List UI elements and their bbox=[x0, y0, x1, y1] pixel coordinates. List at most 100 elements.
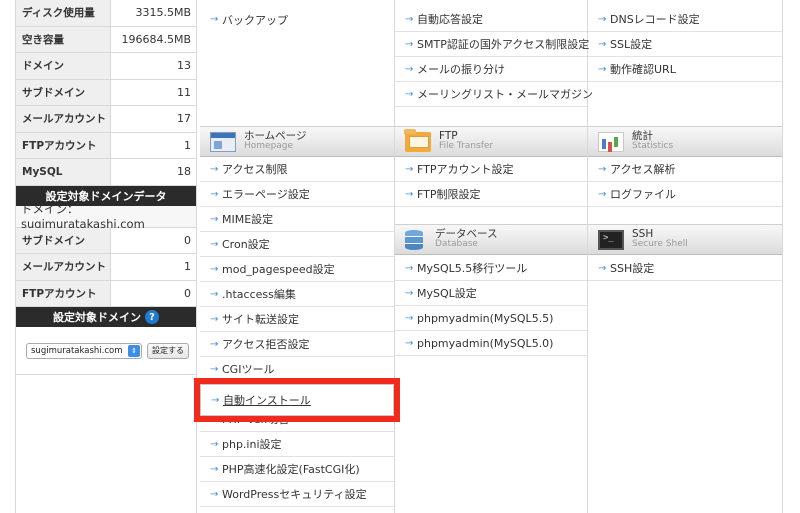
menu-item-phpmyadmin-55[interactable]: → phpmyadmin(MySQL5.5) bbox=[395, 306, 587, 331]
menu-item-access-deny[interactable]: → アクセス拒否設定 bbox=[200, 332, 394, 357]
stat-value: 18 bbox=[177, 165, 191, 179]
menu-item-cron[interactable]: → Cron設定 bbox=[200, 232, 394, 257]
menu-item-mime[interactable]: → MIME設定 bbox=[200, 207, 394, 232]
menu-item-access-analytics[interactable]: → アクセス解析 bbox=[588, 157, 782, 182]
menu-item-label: SSH設定 bbox=[610, 262, 655, 275]
stat-label: サブドメイン bbox=[16, 79, 111, 105]
section-homepage-header: ホームページ Homepage bbox=[200, 126, 394, 157]
stat-mysql: MySQL 18 bbox=[16, 159, 196, 186]
col3-statistics-items: → アクセス解析 → ログファイル bbox=[588, 157, 782, 207]
domain-stat-ftp-accounts: FTPアカウント 0 bbox=[16, 280, 196, 307]
stat-value: 1 bbox=[184, 138, 191, 152]
menu-item-php-fastcgi[interactable]: → PHP高速化設定(FastCGI化) bbox=[200, 457, 394, 482]
col2-top-items: → 自動応答設定 → SMTP認証の国外アクセス制限設定 → メールの振り分け → メー… bbox=[395, 7, 593, 107]
arrow-icon: → bbox=[598, 63, 607, 75]
menu-item-label: Cron設定 bbox=[222, 238, 270, 251]
menu-item-label: 自動応答設定 bbox=[417, 13, 483, 26]
stat-disk-usage: ディスク使用量 3315.5MB bbox=[16, 0, 196, 27]
menu-item-label: メーリングリスト・メールマガジン bbox=[417, 88, 593, 101]
target-domain-heading: 設定対象ドメイン ? bbox=[16, 307, 196, 327]
section-database-header: データベース Database bbox=[395, 224, 587, 255]
domain-stat-mail-accounts: メールアカウント 1 bbox=[16, 254, 196, 281]
arrow-icon: → bbox=[211, 394, 220, 406]
arrow-icon: → bbox=[405, 163, 414, 175]
col1-homepage-items: → アクセス制限 → エラーページ設定 → MIME設定 → Cron設定 → mod_p… bbox=[200, 157, 394, 507]
ftp-folder-icon bbox=[404, 128, 431, 152]
domain-select[interactable]: sugimuratakashi.com ⇕ bbox=[26, 342, 142, 359]
menu-item-label: エラーページ設定 bbox=[222, 188, 310, 201]
menu-item-site-redirect[interactable]: → サイト転送設定 bbox=[200, 307, 394, 332]
menu-item-label: バックアップ bbox=[222, 13, 288, 27]
arrow-icon: → bbox=[210, 313, 219, 325]
menu-item-label: DNSレコード設定 bbox=[610, 13, 700, 26]
menu-item-smtp-restriction[interactable]: → SMTP認証の国外アクセス制限設定 bbox=[395, 32, 589, 57]
col3-top-items: → DNSレコード設定 → SSL設定 → 動作確認URL bbox=[588, 7, 782, 82]
menu-item-label: phpmyadmin(MySQL5.5) bbox=[417, 311, 554, 325]
menu-item-php-ini[interactable]: → php.ini設定 bbox=[200, 432, 394, 457]
homepage-icon bbox=[210, 131, 236, 152]
arrow-icon: → bbox=[210, 163, 219, 175]
menu-item-mail-filter[interactable]: → メールの振り分け bbox=[395, 57, 587, 82]
menu-item-mysql-settings[interactable]: → MySQL設定 bbox=[395, 281, 587, 306]
menu-item-error-page[interactable]: → エラーページ設定 bbox=[200, 182, 394, 207]
menu-item-label: SSL設定 bbox=[610, 38, 653, 51]
menu-item-mod-pagespeed[interactable]: → mod_pagespeed設定 bbox=[200, 257, 394, 282]
menu-item-label: MySQL5.5移行ツール bbox=[417, 262, 528, 275]
menu-item-mailing-list[interactable]: → メーリングリスト・メールマガジン bbox=[395, 82, 593, 107]
menu-item-label: phpmyadmin(MySQL5.0) bbox=[417, 336, 554, 350]
stat-value: 11 bbox=[177, 85, 191, 99]
stat-subdomains: サブドメイン 11 bbox=[16, 79, 196, 106]
menu-item-label: CGIツール bbox=[222, 363, 275, 376]
menu-item-label: サイト転送設定 bbox=[222, 313, 299, 326]
menu-item-ssl[interactable]: → SSL設定 bbox=[588, 32, 782, 57]
menu-item-wordpress-security[interactable]: → WordPressセキュリティ設定 bbox=[200, 482, 394, 507]
arrow-icon: → bbox=[405, 88, 414, 100]
arrow-icon: → bbox=[210, 438, 219, 450]
col2-ftp-items: → FTPアカウント設定 → FTP制限設定 bbox=[395, 157, 587, 207]
menu-item-backup[interactable]: → バックアップ bbox=[200, 7, 394, 32]
stat-domains: ドメイン 13 bbox=[16, 53, 196, 80]
arrow-icon: → bbox=[405, 38, 414, 50]
sidebar: ディスク使用量 3315.5MB 空き容量 196684.5MB ドメイン 13 サブ… bbox=[15, 0, 197, 513]
menu-column-homepage: → バックアップ ホームページ Homepage → アクセス制限 → エラーページ設定… bbox=[200, 0, 395, 513]
menu-item-ftp-account[interactable]: → FTPアカウント設定 bbox=[395, 157, 587, 182]
stat-label: ディスク使用量 bbox=[16, 0, 111, 26]
menu-item-ssh-settings[interactable]: → SSH設定 bbox=[588, 256, 782, 281]
arrow-icon: → bbox=[405, 188, 414, 200]
section-subtitle: Database bbox=[435, 239, 478, 250]
stat-value: 0 bbox=[184, 286, 191, 300]
menu-item-auto-install[interactable]: → 自動インストール bbox=[200, 384, 394, 416]
menu-column-dns-stats-ssh: → DNSレコード設定 → SSL設定 → 動作確認URL 統計 Statistics … bbox=[588, 0, 783, 513]
col1-top-items: → バックアップ bbox=[200, 7, 394, 32]
arrow-icon: → bbox=[210, 363, 219, 375]
statistics-chart-icon bbox=[598, 131, 624, 152]
arrow-icon: → bbox=[405, 262, 414, 274]
menu-item-phpmyadmin-50[interactable]: → phpmyadmin(MySQL5.0) bbox=[395, 331, 587, 356]
menu-item-mysql55-migration[interactable]: → MySQL5.5移行ツール bbox=[395, 256, 587, 281]
stat-label: メールアカウント bbox=[16, 254, 111, 280]
menu-item-label: php.ini設定 bbox=[222, 438, 282, 451]
menu-item-ftp-restriction[interactable]: → FTP制限設定 bbox=[395, 182, 587, 207]
menu-item-check-url[interactable]: → 動作確認URL bbox=[588, 57, 782, 82]
help-icon[interactable]: ? bbox=[145, 310, 159, 324]
menu-item-label: MySQL設定 bbox=[417, 287, 477, 300]
menu-item-access-restriction[interactable]: → アクセス制限 bbox=[200, 157, 394, 182]
stat-label: サブドメイン bbox=[16, 227, 111, 253]
arrow-icon: → bbox=[405, 13, 414, 25]
arrow-icon: → bbox=[405, 287, 414, 299]
arrow-icon: → bbox=[210, 288, 219, 300]
stat-value: 0 bbox=[184, 233, 191, 247]
menu-item-dns-record[interactable]: → DNSレコード設定 bbox=[588, 7, 782, 32]
menu-item-log-files[interactable]: → ログファイル bbox=[588, 182, 782, 207]
highlight-box: → 自動インストール bbox=[194, 378, 400, 422]
menu-item-htaccess[interactable]: → .htaccess編集 bbox=[200, 282, 394, 307]
menu-item-label: WordPressセキュリティ設定 bbox=[222, 488, 367, 501]
menu-item-label: FTPアカウント設定 bbox=[417, 163, 514, 176]
stat-label: ドメイン bbox=[16, 53, 111, 79]
arrow-icon: → bbox=[210, 263, 219, 275]
section-subtitle: Secure Shell bbox=[632, 239, 688, 250]
col3-ssh-items: → SSH設定 bbox=[588, 256, 782, 281]
menu-item-label: アクセス拒否設定 bbox=[222, 338, 310, 351]
set-domain-button[interactable]: 設定する bbox=[147, 342, 189, 359]
menu-item-auto-reply[interactable]: → 自動応答設定 bbox=[395, 7, 587, 32]
